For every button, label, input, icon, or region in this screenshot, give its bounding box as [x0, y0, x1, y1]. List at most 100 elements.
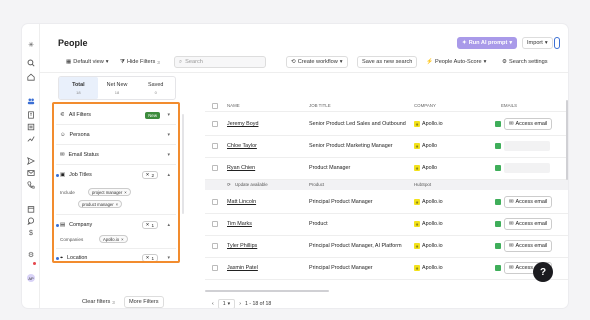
help-button[interactable]: ? [533, 262, 553, 282]
import-button[interactable]: Import ▾ [522, 37, 553, 49]
job-titles-filter[interactable]: ▣ Job Titles ✕ 2 ▴ [54, 168, 178, 182]
verified-icon [495, 221, 501, 227]
company-chip[interactable]: Apollo.io × [99, 235, 128, 243]
more-filters-button[interactable]: More Filters [124, 296, 164, 308]
close-icon[interactable]: × [116, 202, 118, 207]
hide-filters-button[interactable]: ⧩ Hide Filters 3 [116, 56, 164, 68]
vertical-scrollbar[interactable] [566, 100, 568, 180]
auto-score-dropdown[interactable]: ⚡ People Auto-Score ▾ [422, 56, 491, 68]
access-email-button[interactable]: ✉ Access email [504, 218, 553, 230]
phone-icon[interactable] [26, 180, 36, 190]
scores-icon[interactable] [26, 134, 36, 144]
companies-icon[interactable] [26, 110, 36, 120]
lists-icon[interactable] [26, 122, 36, 132]
update-available-label[interactable]: Update available [235, 182, 268, 187]
row-checkbox[interactable] [212, 121, 218, 127]
column-header-job-title[interactable]: JOB TITLE [309, 103, 331, 108]
close-icon[interactable]: × [121, 237, 123, 242]
company-cell[interactable]: ✳ Apollo [414, 143, 437, 149]
mail-icon[interactable] [26, 168, 36, 178]
job-title-cell: Senior Product Led Sales and Outbound [309, 121, 406, 127]
company-cell[interactable]: ✳ Apollo.io [414, 265, 443, 271]
table-row[interactable]: Tim Marks Product ✳ Apollo.io ✉ Access email [205, 214, 568, 236]
company-count-badge[interactable]: ✕ 1 [141, 221, 158, 229]
table-row[interactable]: Jeremy Boyd Senior Product Led Sales and … [205, 114, 568, 136]
create-workflow-button[interactable]: ⟲ Create workflow ▾ [286, 56, 348, 68]
row-checkbox[interactable] [212, 165, 218, 171]
apollo-logo-icon[interactable]: ✳ [26, 40, 36, 50]
column-header-company[interactable]: COMPANY [414, 103, 436, 108]
calendar-icon[interactable] [26, 204, 36, 214]
company-cell[interactable]: ✳ Apollo.io [414, 121, 443, 127]
persona-icon: ☺ [60, 132, 66, 138]
run-ai-prompt-button[interactable]: ✦ Run AI prompt ▾ [457, 37, 518, 49]
table-row[interactable]: Chloe Taylor Senior Product Marketing Man… [205, 136, 568, 158]
send-icon[interactable] [26, 156, 36, 166]
person-name-link[interactable]: Matt Lincoln [227, 199, 256, 205]
job-titles-count-badge[interactable]: ✕ 2 [141, 171, 158, 179]
filters-scrollbar[interactable] [182, 114, 184, 214]
clear-filters-button[interactable]: Clear filters 3 [78, 296, 119, 308]
person-name-link[interactable]: Tim Marks [227, 221, 252, 227]
search-icon[interactable] [26, 58, 36, 68]
search-input[interactable]: ⌕ Search [174, 56, 266, 68]
people-icon[interactable] [26, 96, 36, 106]
person-name-link[interactable]: Jasmin Patel [227, 265, 258, 271]
default-view-dropdown[interactable]: ▦ Default view ▾ [62, 56, 113, 68]
person-name-link[interactable]: Jeremy Boyd [227, 121, 258, 127]
access-email-label: Access email [515, 243, 548, 249]
company-cell[interactable]: ✳ Apollo.io [414, 221, 443, 227]
verified-icon [495, 165, 501, 171]
row-checkbox[interactable] [212, 221, 218, 227]
table-row[interactable]: Matt Lincoln Principal Product Manager ✳ Ap… [205, 192, 568, 214]
settings-icon[interactable]: ⚙ [26, 250, 36, 260]
company-cell[interactable]: ✳ Apollo.io [414, 199, 443, 205]
row-checkbox[interactable] [212, 243, 218, 249]
hide-filters-label: Hide Filters [127, 59, 156, 65]
tab-saved[interactable]: Saved 0 [136, 77, 175, 99]
table-row[interactable]: Ryan Chien Product Manager ✳ Apollo [205, 158, 568, 180]
select-all-checkbox[interactable] [212, 103, 218, 109]
location-count-badge[interactable]: ✕ 1 [141, 254, 158, 261]
next-page-icon[interactable]: › [239, 301, 241, 307]
row-checkbox[interactable] [212, 143, 218, 149]
email-cell [495, 140, 550, 152]
tab-total[interactable]: Total 18 [59, 77, 98, 99]
page-select[interactable]: 1 ▾ [217, 299, 236, 308]
job-title-chip[interactable]: project manager × [88, 188, 131, 196]
row-checkbox[interactable] [212, 265, 218, 271]
table-row[interactable]: Tyler Phillips Principal Product Manager,… [205, 236, 568, 258]
dollar-icon[interactable]: $ [26, 228, 36, 238]
page-title: People [58, 38, 88, 48]
avatar[interactable]: AP [27, 274, 35, 282]
person-name-link[interactable]: Ryan Chien [227, 165, 255, 171]
persona-filter[interactable]: ☺ Persona ▾ [54, 128, 178, 142]
access-email-button[interactable]: ✉ Access email [504, 196, 553, 208]
person-name-link[interactable]: Tyler Phillips [227, 243, 257, 249]
access-email-button[interactable]: ✉ Access email [504, 118, 553, 130]
tab-net-new[interactable]: Net New 18 [98, 77, 137, 99]
job-title-chip[interactable]: product manager × [78, 200, 123, 208]
chat-icon[interactable] [26, 216, 36, 226]
column-header-name[interactable]: NAME [227, 103, 240, 108]
home-icon[interactable] [26, 72, 36, 82]
search-settings-button[interactable]: ⚙ Search settings [498, 56, 552, 68]
location-filter[interactable]: ⌖ Location ✕ 1 ▾ [54, 251, 178, 261]
collapse-toggle[interactable] [554, 37, 560, 49]
prev-page-icon[interactable]: ‹ [212, 301, 214, 307]
table-row[interactable]: Jasmin Patel Principal Product Manager ✳ Ap… [205, 258, 568, 280]
default-view-label: Default view [73, 59, 104, 65]
person-name-link[interactable]: Chloe Taylor [227, 143, 257, 149]
email-status-filter[interactable]: ✉ Email Status ▾ [54, 148, 178, 162]
close-icon[interactable]: × [124, 190, 126, 195]
horizontal-scrollbar[interactable] [205, 290, 329, 292]
company-cell[interactable]: ✳ Apollo [414, 165, 437, 171]
save-search-button[interactable]: Save as new search [357, 56, 418, 68]
all-filters-row[interactable]: ⚟ All Filters New ▾ [54, 108, 178, 122]
column-header-emails[interactable]: EMAILS [501, 103, 517, 108]
row-checkbox[interactable] [212, 199, 218, 205]
access-email-button[interactable]: ✉ Access email [504, 240, 553, 252]
verified-icon [495, 243, 501, 249]
company-filter[interactable]: ▤ Company ✕ 1 ▴ [54, 218, 178, 232]
company-cell[interactable]: ✳ Apollo.io [414, 243, 443, 249]
